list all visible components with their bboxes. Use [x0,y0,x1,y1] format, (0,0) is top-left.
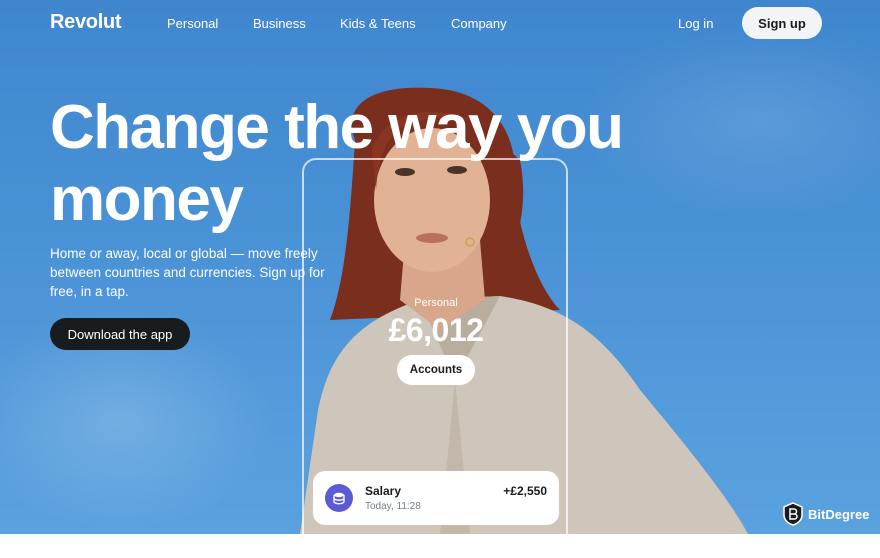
nav-business[interactable]: Business [253,16,306,31]
nav-personal[interactable]: Personal [167,16,218,31]
nav-company[interactable]: Company [451,16,507,31]
transaction-title: Salary [365,484,402,498]
login-link[interactable]: Log in [678,16,713,31]
download-app-button[interactable]: Download the app [50,318,190,350]
balance-amount: £6,012 [388,312,484,348]
bitdegree-shield-icon [783,502,803,526]
bitdegree-watermark: BitDegree [782,502,869,526]
accounts-button[interactable]: Accounts [397,355,475,385]
signup-button[interactable]: Sign up [742,7,822,39]
coins-icon [325,484,353,512]
watermark-text: BitDegree [808,506,870,522]
nav-kids-teens[interactable]: Kids & Teens [340,16,416,31]
revolut-logo[interactable]: Revolut [50,11,122,34]
headline-line-1: Change the way you [50,93,624,162]
transaction-card[interactable]: Salary Today, 11:28 +£2,550 [313,471,559,525]
top-nav: Revolut Personal Business Kids & Teens C… [0,0,880,46]
transaction-amount: +£2,550 [503,484,547,498]
headline-line-2: money [50,165,244,234]
transaction-time: Today, 11:28 [365,501,421,512]
balance-label: Personal [414,297,458,309]
